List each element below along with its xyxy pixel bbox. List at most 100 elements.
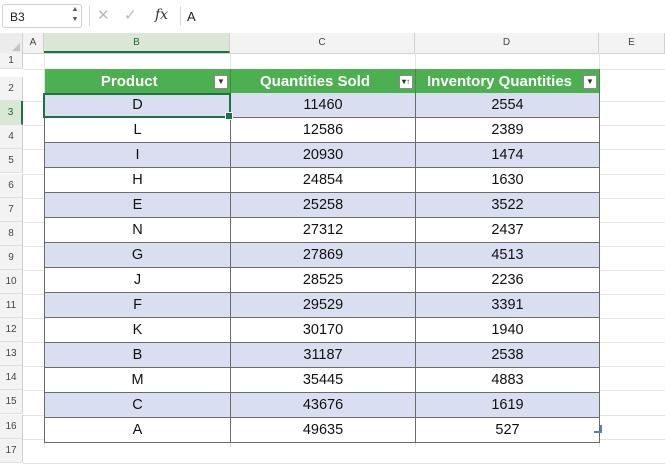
column-header-a[interactable]: A	[23, 33, 44, 53]
inventory-cell[interactable]: 2236	[415, 267, 600, 293]
product-cell[interactable]: F	[44, 292, 231, 318]
product-cell[interactable]: I	[44, 142, 231, 168]
column-header-d[interactable]: D	[415, 33, 599, 53]
formula-input[interactable]: A	[187, 9, 196, 24]
column-header-b[interactable]: B	[44, 33, 230, 53]
inventory-cell[interactable]: 2389	[415, 117, 600, 143]
column-header-c[interactable]: C	[230, 33, 415, 53]
row-header-2[interactable]: 2	[0, 77, 23, 102]
header-label: Inventory Quantities	[426, 72, 573, 90]
quantities-sold-cell[interactable]: 24854	[230, 167, 416, 193]
filter-dropdown-icon[interactable]: ▼	[583, 75, 597, 89]
cancel-icon[interactable]: ✕	[97, 8, 110, 24]
inventory-cell[interactable]: 1630	[415, 167, 600, 193]
inventory-cell[interactable]: 4513	[415, 242, 600, 268]
formula-bar-divider	[180, 6, 181, 26]
row-header-5[interactable]: 5	[0, 149, 23, 174]
table-row: F 29529 3391	[44, 292, 600, 318]
select-all-corner[interactable]	[0, 33, 23, 53]
table-row: E 25258 3522	[44, 192, 600, 218]
product-cell[interactable]: N	[44, 217, 231, 243]
row-header-12[interactable]: 12	[0, 318, 23, 343]
product-cell[interactable]: K	[44, 317, 231, 343]
quantities-sold-cell[interactable]: 35445	[230, 367, 416, 393]
inventory-cell[interactable]: 1474	[415, 142, 600, 168]
inventory-cell[interactable]: 527	[415, 417, 600, 443]
quantities-sold-cell[interactable]: 43676	[230, 392, 416, 418]
product-cell[interactable]: B	[44, 342, 231, 368]
quantities-sold-cell[interactable]: 12586	[230, 117, 416, 143]
filter-dropdown-icon[interactable]: ▼	[214, 75, 228, 89]
confirm-icon[interactable]: ✓	[124, 8, 137, 24]
quantities-sold-cell[interactable]: 30170	[230, 317, 416, 343]
quantities-sold-cell[interactable]: 29529	[230, 292, 416, 318]
row-header-14[interactable]: 14	[0, 366, 23, 391]
quantities-sold-cell[interactable]: 28525	[230, 267, 416, 293]
product-cell[interactable]: J	[44, 267, 231, 293]
formula-bar-divider	[89, 6, 90, 26]
quantities-sold-cell[interactable]: 49635	[230, 417, 416, 443]
name-box-stepper-icon[interactable]: ▲ ▼	[70, 5, 80, 27]
table-row: L 12586 2389	[44, 117, 600, 143]
header-product[interactable]: Product ▼	[44, 69, 231, 93]
row-header-6[interactable]: 6	[0, 173, 23, 198]
product-cell[interactable]: D	[44, 93, 231, 118]
row-header-17[interactable]: 17	[0, 438, 23, 463]
header-quantities-sold[interactable]: Quantities Sold ▾↑	[230, 69, 416, 93]
header-label: Quantities Sold	[259, 72, 370, 90]
product-cell[interactable]: H	[44, 167, 231, 193]
inventory-cell[interactable]: 2538	[415, 342, 600, 368]
column-header-e[interactable]: E	[599, 33, 665, 53]
product-cell[interactable]: G	[44, 242, 231, 268]
table-row: M 35445 4883	[44, 367, 600, 393]
quantities-sold-cell[interactable]: 27869	[230, 242, 416, 268]
product-cell[interactable]: A	[44, 417, 231, 443]
table-row: B 31187 2538	[44, 342, 600, 368]
inventory-cell[interactable]: 4883	[415, 367, 600, 393]
product-cell[interactable]: M	[44, 367, 231, 393]
row-header-4[interactable]: 4	[0, 125, 23, 150]
inventory-cell[interactable]: 3391	[415, 292, 600, 318]
row-header-3[interactable]: 3	[0, 101, 23, 126]
quantities-sold-cell[interactable]: 20930	[230, 142, 416, 168]
inventory-cell[interactable]: 3522	[415, 192, 600, 218]
table-row: H 24854 1630	[44, 167, 600, 193]
table-header-row: Product ▼ Quantities Sold ▾↑ Inventory Qua…	[44, 69, 600, 93]
inventory-cell[interactable]: 1619	[415, 392, 600, 418]
product-cell[interactable]: C	[44, 392, 231, 418]
row-header-16[interactable]: 16	[0, 414, 23, 439]
row-header-13[interactable]: 13	[0, 342, 23, 367]
inventory-cell[interactable]: 2554	[415, 93, 600, 118]
header-label: Product	[100, 72, 158, 90]
row-header-9[interactable]: 9	[0, 245, 23, 270]
quantities-sold-cell[interactable]: 31187	[230, 342, 416, 368]
table-row: J 28525 2236	[44, 267, 600, 293]
table-row: C 43676 1619	[44, 392, 600, 418]
row-header-15[interactable]: 15	[0, 390, 23, 415]
table-row: I 20930 1474	[44, 142, 600, 168]
row-header-1[interactable]: 1	[0, 53, 23, 69]
row-header-8[interactable]: 8	[0, 221, 23, 246]
table-row: D 11460 2554	[44, 93, 600, 118]
inventory-cell[interactable]: 1940	[415, 317, 600, 343]
row-header-10[interactable]: 10	[0, 269, 23, 294]
product-cell[interactable]: L	[44, 117, 231, 143]
row-header-7[interactable]: 7	[0, 197, 23, 222]
table-row: N 27312 2437	[44, 217, 600, 243]
data-table: Product ▼ Quantities Sold ▾↑ Inventory Qua…	[44, 69, 600, 443]
column-header-row: ABCDE	[0, 33, 665, 54]
product-cell[interactable]: E	[44, 192, 231, 218]
row-header-11[interactable]: 11	[0, 294, 23, 319]
quantities-sold-cell[interactable]: 27312	[230, 217, 416, 243]
table-resize-handle[interactable]	[594, 425, 602, 433]
table-row: A 49635 527	[44, 417, 600, 443]
formula-bar: B3 ▲ ▼ ✕ ✓ fx A	[0, 0, 665, 34]
quantities-sold-cell[interactable]: 11460	[230, 93, 416, 118]
function-icon[interactable]: fx	[155, 7, 168, 23]
sort-ascending-icon[interactable]: ▾↑	[399, 75, 413, 89]
quantities-sold-cell[interactable]: 25258	[230, 192, 416, 218]
inventory-cell[interactable]: 2437	[415, 217, 600, 243]
select-all-icon	[12, 43, 20, 51]
table-body: D 11460 2554 L 12586 2389 I 20930 1474 H 24854 1630…	[44, 93, 600, 443]
header-inventory-quantities[interactable]: Inventory Quantities ▼	[415, 69, 600, 93]
